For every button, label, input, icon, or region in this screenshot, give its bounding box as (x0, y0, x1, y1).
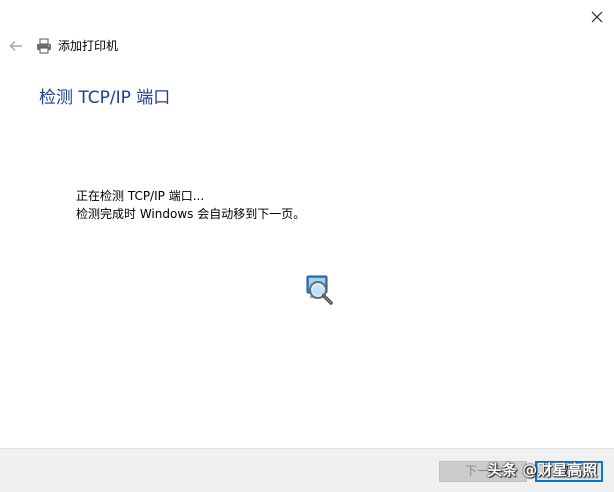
close-icon (591, 11, 603, 23)
status-text-auto-advance: 检测完成时 Windows 会自动移到下一页。 (76, 207, 306, 221)
back-arrow-icon (9, 41, 22, 51)
window-title: 添加打印机 (58, 39, 119, 53)
status-text-detecting: 正在检测 TCP/IP 端口... (76, 189, 205, 203)
page-title: 检测 TCP/IP 端口 (39, 88, 171, 108)
magnifier-computer-icon (306, 275, 333, 305)
printer-icon (37, 38, 51, 54)
cancel-button[interactable]: 取消 (535, 461, 603, 482)
back-button[interactable] (6, 37, 26, 55)
add-printer-dialog: 添加打印机 检测 TCP/IP 端口 正在检测 TCP/IP 端口... 检测完… (0, 0, 614, 492)
next-button[interactable]: 下一页 (439, 461, 527, 482)
close-button[interactable] (586, 6, 608, 28)
